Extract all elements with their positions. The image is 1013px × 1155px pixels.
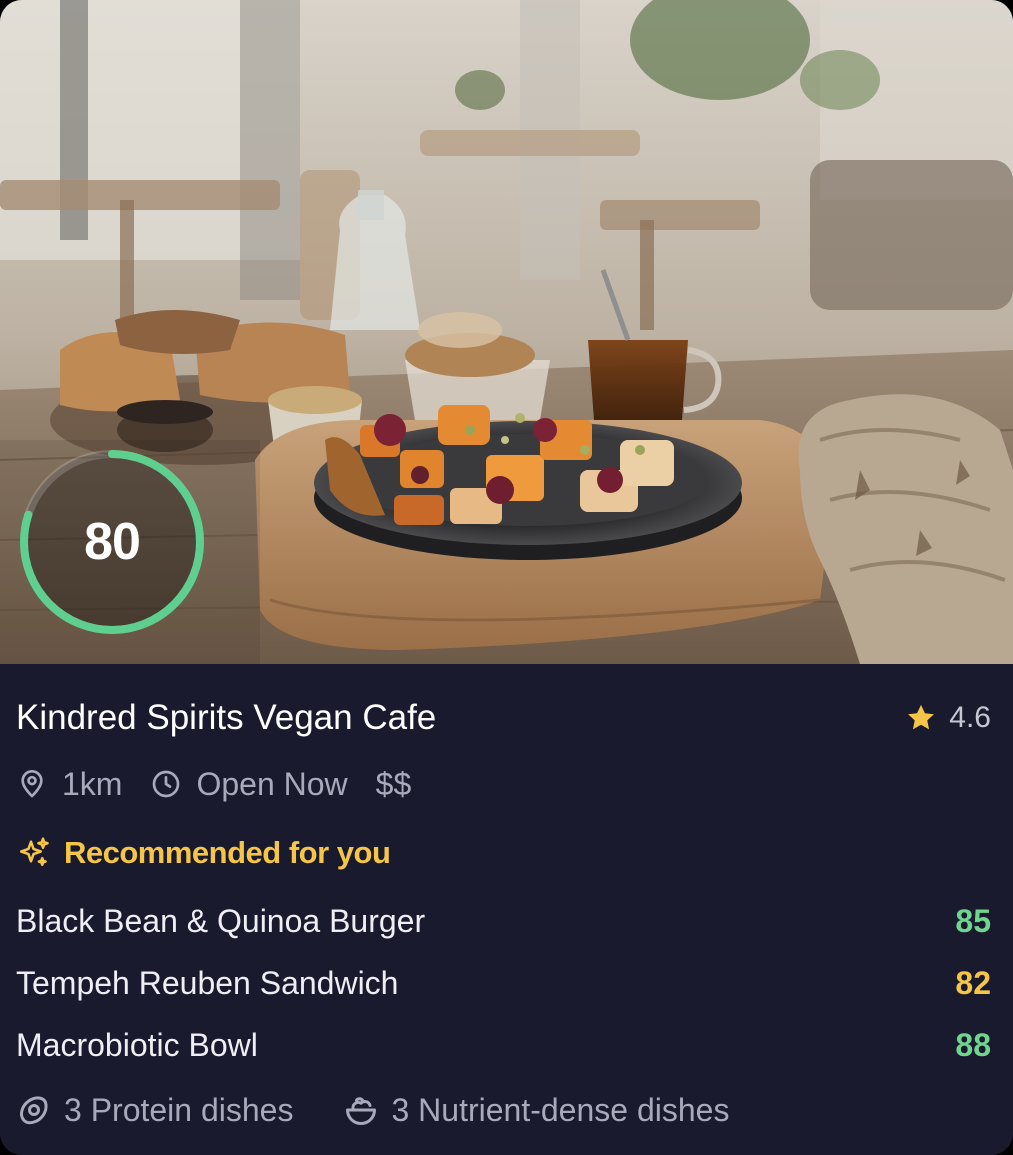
dish-row[interactable]: Tempeh Reuben Sandwich 82: [16, 952, 991, 1014]
sparkle-icon: [19, 837, 49, 867]
nutrient-dense-label: 3 Nutrient-dense dishes: [391, 1091, 730, 1128]
price-value: $$: [375, 765, 412, 802]
dish-summary: 3 Protein dishes 3 Nutrient-dense dishes: [16, 1088, 779, 1132]
dish-score: 82: [955, 964, 991, 1001]
distance: 1km: [16, 766, 122, 803]
dish-score: 85: [955, 902, 991, 939]
health-score-value: 80: [84, 513, 141, 571]
title-row: Kindred Spirits Vegan Cafe 4.6: [16, 694, 991, 742]
rating-value: 4.6: [949, 701, 991, 734]
salad-bowl-icon: [346, 1097, 377, 1125]
egg-icon: [20, 1096, 48, 1125]
recommended-title: Recommended for you: [64, 835, 391, 870]
rating: 4.6: [905, 694, 991, 742]
dish-name: Tempeh Reuben Sandwich: [16, 964, 399, 1001]
restaurant-name[interactable]: Kindred Spirits Vegan Cafe: [16, 694, 436, 742]
clock-icon: [153, 770, 180, 798]
dish-row[interactable]: Macrobiotic Bowl 88: [16, 1014, 991, 1076]
dish-score: 88: [955, 1026, 991, 1063]
location-pin-icon: [21, 770, 43, 798]
protein-dishes: 3 Protein dishes: [16, 1092, 293, 1129]
hero-photo: 80: [0, 0, 1013, 664]
dish-name: Black Bean & Quinoa Burger: [16, 902, 426, 939]
star-icon: [908, 704, 935, 730]
recommended-header: Recommended for you: [16, 832, 391, 874]
dish-name: Macrobiotic Bowl: [16, 1026, 258, 1063]
hours: Open Now: [150, 765, 348, 803]
distance-value: 1km: [62, 765, 123, 802]
hours-status: Open Now: [196, 765, 348, 802]
restaurant-info: Kindred Spirits Vegan Cafe 4.6 1km Open …: [0, 664, 1013, 1155]
price-level: $$: [376, 766, 412, 803]
meta-row: 1km Open Now $$: [16, 764, 439, 804]
nutrient-dense-dishes: 3 Nutrient-dense dishes: [343, 1092, 729, 1129]
recommended-dishes: Black Bean & Quinoa Burger 85 Tempeh Reu…: [16, 890, 991, 1076]
protein-dishes-label: 3 Protein dishes: [64, 1091, 294, 1128]
dish-row[interactable]: Black Bean & Quinoa Burger 85: [16, 890, 991, 952]
health-score-ring: 80: [16, 446, 208, 638]
restaurant-card[interactable]: 80 Kindred Spirits Vegan Cafe 4.6 1km Op…: [0, 0, 1013, 1155]
